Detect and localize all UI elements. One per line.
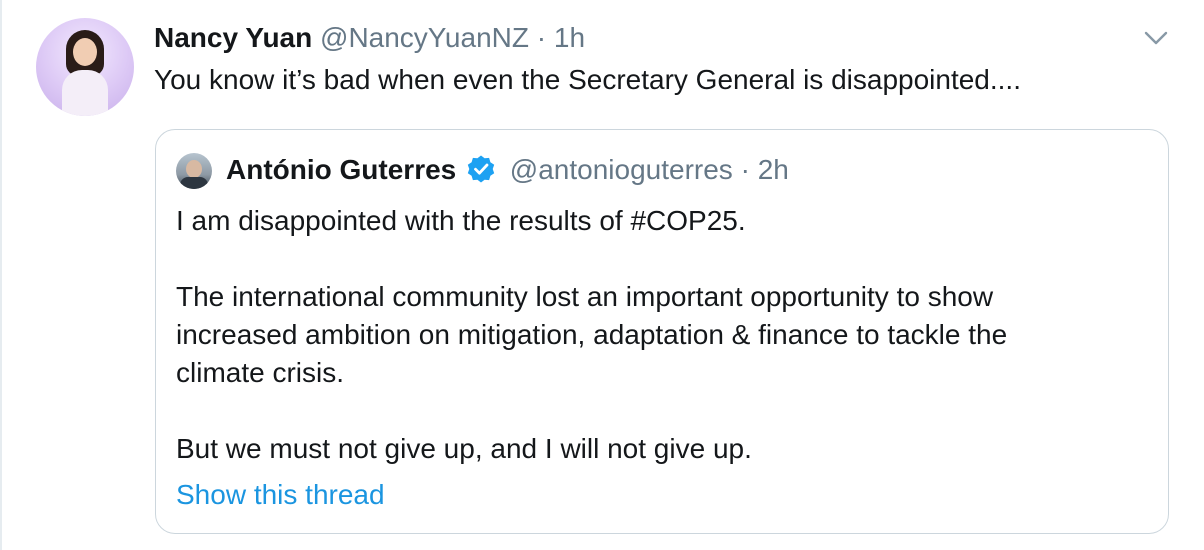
chevron-down-icon[interactable] [1142, 28, 1170, 48]
quoted-separator-dot: · [740, 154, 750, 185]
tweet-timestamp[interactable]: 1h [554, 22, 585, 53]
author-avatar[interactable] [36, 18, 134, 116]
quoted-text-line: increased ambition on mitigation, adapta… [176, 319, 1008, 350]
verified-badge-icon [467, 155, 495, 183]
tweet-text: You know it’s bad when even the Secretar… [154, 64, 1021, 95]
quoted-tweet-text: I am disappointed with the results of #C… [176, 202, 1007, 468]
quoted-author-handle: @antonioguterres [509, 154, 733, 185]
quoted-text-line: But we must not give up, and I will not … [176, 433, 752, 464]
tweet-header: Nancy Yuan @NancyYuanNZ · 1h [154, 21, 585, 55]
show-thread-link[interactable]: Show this thread [176, 477, 385, 513]
author-name[interactable]: Nancy Yuan [154, 22, 312, 53]
quoted-text-line: The international community lost an impo… [176, 281, 994, 312]
quoted-author-avatar [176, 153, 212, 189]
quoted-author-name: António Guterres [226, 154, 457, 185]
separator-dot: · [536, 22, 547, 53]
timeline-divider [0, 0, 2, 550]
quoted-tweet-header: António Guterres @antonioguterres · 2h [226, 152, 789, 188]
quoted-tweet-timestamp: 2h [757, 154, 789, 185]
author-handle[interactable]: @NancyYuanNZ [320, 22, 529, 53]
quoted-text-line: climate crisis. [176, 357, 345, 388]
quoted-text-line: I am disappointed with the results of #C… [176, 205, 746, 236]
